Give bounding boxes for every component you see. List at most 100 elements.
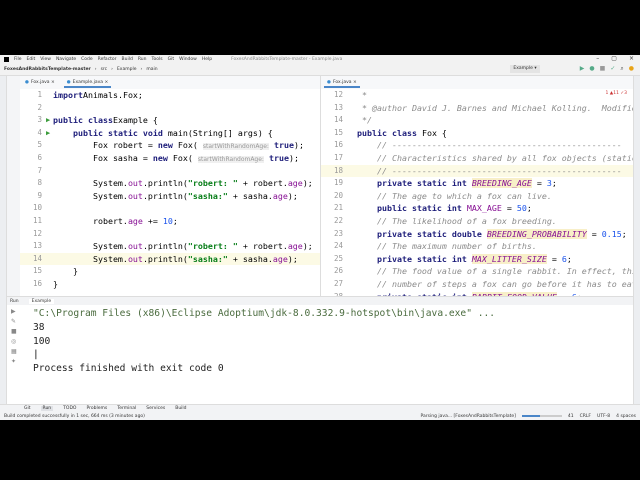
crumb-method[interactable]: main bbox=[146, 67, 157, 72]
code-line[interactable]: 18 // ----------------------------------… bbox=[321, 164, 633, 178]
code-token: ; bbox=[551, 178, 557, 189]
menu-view[interactable]: View bbox=[40, 57, 51, 62]
run-config-select[interactable]: Example ▾ bbox=[510, 65, 540, 73]
code-line[interactable]: 25 private static int MAX_LITTER_SIZE = … bbox=[321, 253, 633, 266]
code-line[interactable]: 8 System.out.println("robert: " + robert… bbox=[20, 177, 320, 190]
tool-tab-problems[interactable]: Problems bbox=[86, 406, 107, 411]
run-gutter-icon[interactable]: ▶ bbox=[46, 114, 50, 127]
code-token: + sasha. bbox=[227, 253, 273, 264]
tab-fox-java[interactable]: ● Fox.java × bbox=[22, 78, 58, 88]
code-line[interactable]: 12 * bbox=[321, 89, 633, 102]
menu-help[interactable]: Help bbox=[202, 57, 212, 62]
menu-refactor[interactable]: Refactor bbox=[98, 57, 117, 62]
code-line[interactable]: 4 ▶ public static void main(String[] args… bbox=[20, 127, 320, 140]
menu-tools[interactable]: Tools bbox=[151, 57, 162, 62]
indent-setting[interactable]: 4 spaces bbox=[616, 414, 636, 419]
run-gutter-icon[interactable]: ▶ bbox=[46, 127, 50, 140]
tab-example-java[interactable]: ● Example.java × bbox=[63, 78, 112, 88]
close-icon[interactable]: × bbox=[629, 55, 634, 62]
code-line[interactable]: 7 bbox=[20, 165, 320, 178]
debug-icon[interactable]: ● bbox=[589, 65, 594, 73]
tool-tab-git[interactable]: Git bbox=[24, 406, 31, 411]
code-line[interactable]: 13 * @author David J. Barnes and Michael… bbox=[321, 102, 633, 115]
console-output[interactable]: "C:\Program Files (x86)\Eclipse Adoptium… bbox=[33, 307, 495, 376]
inspection-widget[interactable]: 1 ▲11 ✓3 bbox=[605, 91, 627, 96]
code-line[interactable]: 9 System.out.println("sasha:" + sasha.ag… bbox=[20, 190, 320, 203]
line-number: 16 bbox=[333, 140, 343, 150]
menu-window[interactable]: Window bbox=[179, 57, 197, 62]
run-tab-example[interactable]: Example bbox=[28, 298, 55, 304]
crumb-class[interactable]: Example bbox=[117, 67, 137, 72]
git-check-icon[interactable]: ✓ bbox=[610, 65, 615, 73]
code-line[interactable]: 13 System.out.println("robert: " + rober… bbox=[20, 240, 320, 253]
code-line[interactable]: 2 bbox=[20, 102, 320, 115]
editor-fox[interactable]: 1 ▲11 ✓3 12 * 13 * @author David J. Barne… bbox=[321, 89, 633, 296]
pin-icon[interactable]: ✦ bbox=[11, 357, 27, 367]
tool-tab-run[interactable]: Run bbox=[40, 406, 54, 411]
status-message[interactable]: Build completed successfully in 1 sec, 6… bbox=[4, 414, 145, 419]
menu-edit[interactable]: Edit bbox=[27, 57, 36, 62]
code-line[interactable]: 22 // The likelihood of a fox breeding. bbox=[321, 215, 633, 228]
wrench-icon[interactable]: ✎ bbox=[11, 317, 27, 327]
code-line[interactable]: 27 // number of steps a fox can go befor… bbox=[321, 278, 633, 291]
code-line[interactable]: 1 importAnimals.Fox; bbox=[20, 89, 320, 102]
code-line[interactable]: 14 */ bbox=[321, 114, 633, 127]
code-text: System.out.println("robert: " + robert.a… bbox=[53, 177, 313, 190]
code-token: ); bbox=[288, 153, 299, 163]
line-separator[interactable]: CRLF bbox=[580, 414, 591, 419]
stop-icon[interactable]: ■ bbox=[11, 327, 27, 337]
code-line[interactable]: 24 // The maximum number of births. bbox=[321, 240, 633, 253]
code-line[interactable]: 10 bbox=[20, 202, 320, 215]
code-line[interactable]: 15 } bbox=[20, 265, 320, 278]
line-number: 14 bbox=[32, 253, 42, 263]
search-icon[interactable]: ⌕ bbox=[620, 65, 623, 73]
code-line[interactable]: 16} bbox=[20, 278, 320, 291]
code-line[interactable]: 20 // The age to which a fox can live. bbox=[321, 190, 633, 203]
code-line[interactable]: 12 bbox=[20, 228, 320, 241]
rerun-icon[interactable]: ▶ bbox=[11, 307, 27, 317]
camera-icon[interactable]: ◎ bbox=[11, 337, 27, 347]
menu-code[interactable]: Code bbox=[81, 57, 93, 62]
tool-tab-todo[interactable]: TODO bbox=[63, 406, 76, 411]
line-number: 11 bbox=[32, 216, 42, 225]
code-line[interactable]: 15 public class Fox { bbox=[321, 127, 633, 140]
update-icon[interactable]: ● bbox=[629, 65, 634, 73]
editor-example[interactable]: 1 importAnimals.Fox; 2 3 ▶ public classExampl… bbox=[20, 89, 320, 296]
menu-run[interactable]: Run bbox=[138, 57, 147, 62]
tool-tab-build[interactable]: Build bbox=[175, 406, 186, 411]
menu-git[interactable]: Git bbox=[168, 57, 175, 62]
menu-file[interactable]: File bbox=[14, 57, 22, 62]
code-line[interactable]: 26 // The food value of a single rabbit.… bbox=[321, 265, 633, 278]
tool-tab-services[interactable]: Services bbox=[146, 406, 165, 411]
crumb-project[interactable]: FoxesAndRabbitsTemplate-master bbox=[4, 67, 91, 72]
code-line[interactable]: 5 Fox robert = new Fox( startWithRandomA… bbox=[20, 139, 320, 152]
crumb-src[interactable]: src bbox=[101, 67, 108, 72]
code-token: // Characteristics shared by all fox obj… bbox=[376, 153, 633, 163]
code-line[interactable]: 3 ▶ public classExample { bbox=[20, 114, 320, 127]
code-line[interactable]: 16 // ----------------------------------… bbox=[321, 139, 633, 152]
maximize-icon[interactable]: ▢ bbox=[611, 55, 617, 62]
caret-position[interactable]: 41 bbox=[568, 414, 574, 419]
stop-icon[interactable]: ■ bbox=[600, 65, 606, 73]
code-token: public class bbox=[53, 115, 113, 126]
menu-build[interactable]: Build bbox=[122, 57, 133, 62]
code-line[interactable]: 14 System.out.println("sasha:" + sasha.a… bbox=[20, 252, 320, 266]
project-panel-collapsed[interactable] bbox=[7, 76, 20, 296]
code-line[interactable]: 17 // Characteristics shared by all fox … bbox=[321, 152, 633, 165]
background-task[interactable]: Parsing java... [FoxesAndRabbitsTemplate… bbox=[421, 414, 516, 419]
tab-fox-java-right[interactable]: ● Fox.java × bbox=[324, 78, 360, 88]
code-line[interactable]: 23 private static double BREEDING_PROBAB… bbox=[321, 228, 633, 241]
menu-navigate[interactable]: Navigate bbox=[56, 57, 76, 62]
run-icon[interactable]: ▶ bbox=[580, 65, 585, 73]
code-text: private static int BREEDING_AGE = 3; bbox=[357, 177, 557, 190]
code-line[interactable]: 21 public static int MAX_AGE = 50; bbox=[321, 202, 633, 215]
minimize-icon[interactable]: – bbox=[596, 55, 599, 62]
tool-tab-terminal[interactable]: Terminal bbox=[117, 406, 136, 411]
code-line[interactable]: 11 robert.age += 10; bbox=[20, 215, 320, 228]
code-line[interactable]: 19 private static int BREEDING_AGE = 3; bbox=[321, 177, 633, 190]
layout-icon[interactable]: ▦ bbox=[11, 347, 27, 357]
code-token: startWithRandomAge: bbox=[202, 143, 269, 151]
file-encoding[interactable]: UTF-8 bbox=[597, 414, 610, 419]
code-token: // The food value of a single rabbit. In… bbox=[376, 266, 633, 277]
code-line[interactable]: 6 Fox sasha = new Fox( startWithRandomAg… bbox=[20, 152, 320, 165]
